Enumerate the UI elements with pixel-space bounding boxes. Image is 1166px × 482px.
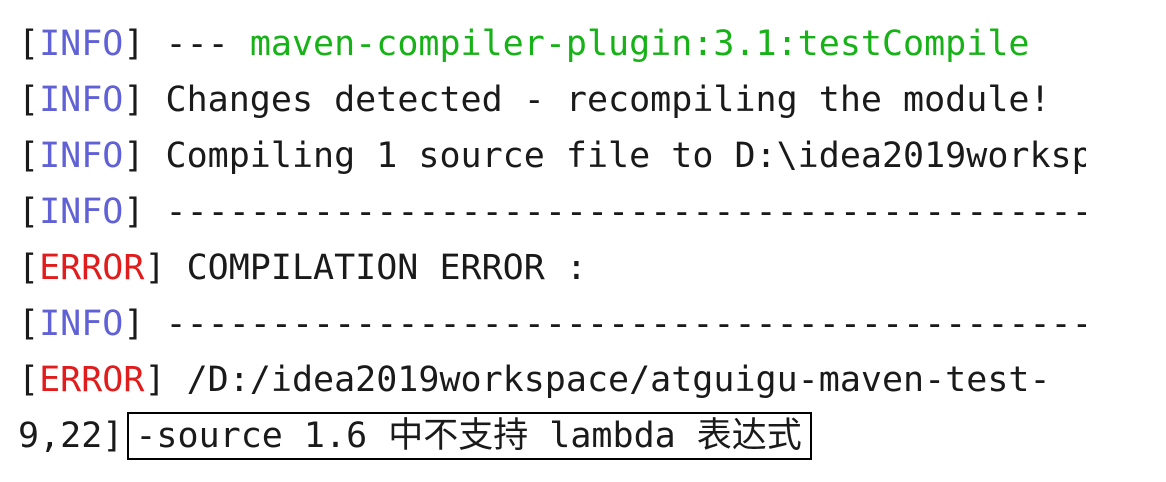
log-level-info: INFO [39,136,124,176]
log-text: Compiling 1 source file to D:\idea2019wo… [144,136,1086,176]
log-level-info: INFO [39,192,124,232]
log-level-info: INFO [39,304,124,344]
log-line: [INFO] --- maven-compiler-plugin:3.1:tes… [18,24,1030,64]
log-line: [ERROR] /D:/idea2019workspace/atguigu-ma… [18,360,1051,400]
log-line: [INFO] Changes detected - recompiling th… [18,80,1051,120]
log-level-info: INFO [39,80,124,120]
log-level-info: INFO [39,24,124,64]
console-output: [INFO] --- maven-compiler-plugin:3.1:tes… [18,16,1086,466]
log-line-error-detail: 9,22] -source 1.6 中不支持 lambda 表达式 [18,408,1086,464]
log-line: [ERROR] COMPILATION ERROR : [18,248,587,288]
log-text: /D:/idea2019workspace/atguigu-maven-test… [165,360,1051,400]
error-position-text: 9,22] [18,416,124,456]
plugin-goal-text: maven-compiler-plugin:3.1:testCompile [249,24,1030,64]
log-line: [INFO] ---------------------------------… [18,296,1086,352]
log-separator: ----------------------------------------… [165,304,1086,344]
log-text: --- [144,24,250,64]
log-line: [INFO] Compiling 1 source file to D:\ide… [18,128,1086,184]
log-line: [INFO] ---------------------------------… [18,184,1086,240]
log-text: Changes detected - recompiling the modul… [144,80,1051,120]
log-separator: ----------------------------------------… [165,192,1086,232]
log-level-error: ERROR [39,360,145,400]
log-level-error: ERROR [39,248,145,288]
highlighted-error-message: -source 1.6 中不支持 lambda 表达式 [127,412,812,460]
log-text: COMPILATION ERROR : [165,248,587,288]
